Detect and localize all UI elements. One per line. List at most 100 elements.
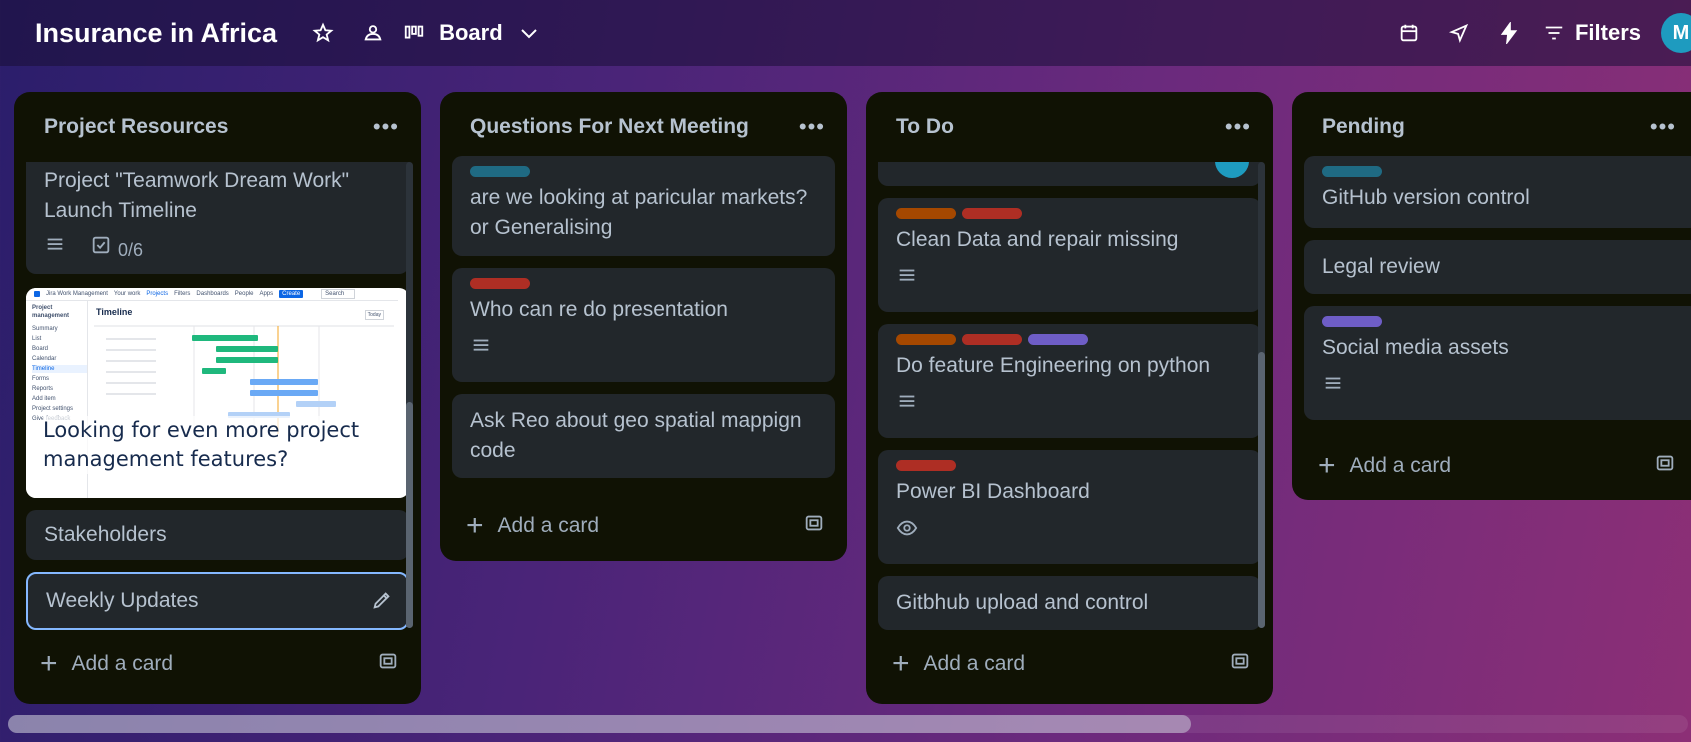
chevron-down-icon xyxy=(520,29,537,39)
label-orange[interactable] xyxy=(896,334,956,345)
add-card-label: Add a card xyxy=(71,652,174,675)
card-title: Gitbhub upload and control xyxy=(896,591,1149,614)
star-icon[interactable] xyxy=(303,13,343,53)
description-icon xyxy=(44,234,66,265)
label-purple[interactable] xyxy=(1322,316,1382,327)
card-legal-review[interactable]: Legal review xyxy=(1304,240,1691,294)
preview-sidebar-item: Board xyxy=(32,346,49,352)
description-icon xyxy=(896,265,918,296)
list-menu-icon[interactable]: ••• xyxy=(373,116,399,138)
preview-nav-item: People xyxy=(234,291,254,297)
plus-icon: + xyxy=(892,647,910,680)
card-template-icon[interactable] xyxy=(803,512,825,540)
preview-sidebar-item: Calendar xyxy=(32,356,57,362)
preview-sidebar-item: Forms xyxy=(32,376,49,382)
card-ask-reo[interactable]: Ask Reo about geo spatial mappign code xyxy=(452,394,835,478)
add-card-button[interactable]: + Add a card xyxy=(1318,446,1676,486)
card-title: Project "Teamwork Dream Work" Launch Tim… xyxy=(44,169,350,222)
list-menu-icon[interactable]: ••• xyxy=(1650,116,1676,138)
list-scrollbar-thumb[interactable] xyxy=(1258,352,1265,628)
description-icon xyxy=(1322,373,1344,404)
automation-icon[interactable] xyxy=(1489,13,1529,53)
list-title[interactable]: To Do xyxy=(896,115,954,139)
watch-eye-icon xyxy=(896,517,918,548)
preview-nav-item: Your work xyxy=(113,291,141,297)
board-title[interactable]: Insurance in Africa xyxy=(35,18,277,49)
preview-project-name: Project management xyxy=(32,305,70,319)
add-card-label: Add a card xyxy=(923,652,1026,675)
member-avatar xyxy=(1215,162,1249,178)
list-title[interactable]: Project Resources xyxy=(44,115,228,139)
preview-nav-item: Dashboards xyxy=(196,291,229,297)
card-launch-timeline[interactable]: Project "Teamwork Dream Work" Launch Tim… xyxy=(26,162,409,274)
card-template-icon[interactable] xyxy=(377,650,399,678)
plus-icon: + xyxy=(1318,449,1336,482)
card-title: Stakeholders xyxy=(44,523,167,546)
list-to-do: To Do ••• Clean Data and repair missing … xyxy=(866,92,1273,704)
team-visibility-icon[interactable] xyxy=(353,13,393,53)
card-particular-markets[interactable]: are we looking at paricular markets? or … xyxy=(452,156,835,256)
list-title[interactable]: Questions For Next Meeting xyxy=(470,115,749,139)
card-weekly-updates[interactable]: Weekly Updates xyxy=(26,572,409,630)
card-title: Who can re do presentation xyxy=(470,298,728,321)
card-title: Weekly Updates xyxy=(46,589,199,612)
board-view-label: Board xyxy=(439,20,503,45)
add-card-button[interactable]: + Add a card xyxy=(466,506,825,546)
list-scrollbar[interactable] xyxy=(406,162,413,628)
label-teal[interactable] xyxy=(470,166,530,177)
card-promo-cover[interactable]: Jira Work Management Your work Projects … xyxy=(26,288,409,498)
preview-sidebar-item: List xyxy=(32,336,42,342)
power-ups-icon[interactable] xyxy=(1439,13,1479,53)
card-power-bi[interactable]: Power BI Dashboard xyxy=(878,450,1261,564)
card-stakeholders[interactable]: Stakeholders xyxy=(26,510,409,560)
checklist-count: 0/6 xyxy=(118,239,144,260)
card-template-icon[interactable] xyxy=(1654,452,1676,480)
label-teal[interactable] xyxy=(1322,166,1382,177)
label-red[interactable] xyxy=(470,278,530,289)
plus-icon: + xyxy=(466,509,484,542)
card-social-media-assets[interactable]: Social media assets xyxy=(1304,306,1691,420)
card-clean-data[interactable]: Clean Data and repair missing xyxy=(878,198,1261,312)
calendar-icon[interactable] xyxy=(1389,13,1429,53)
preview-app-name: Jira Work Management xyxy=(46,291,108,297)
preview-sidebar-item: Project settings xyxy=(32,406,74,412)
list-menu-icon[interactable]: ••• xyxy=(1225,116,1251,138)
filters-label: Filters xyxy=(1574,20,1641,45)
label-red[interactable] xyxy=(896,460,956,471)
preview-create-button: Create xyxy=(279,290,304,298)
card-github-version-control[interactable]: GitHub version control xyxy=(1304,156,1691,228)
preview-today-button: Today xyxy=(364,310,384,320)
list-questions-next-meeting: Questions For Next Meeting ••• are we lo… xyxy=(440,92,847,561)
card-redo-presentation[interactable]: Who can re do presentation xyxy=(452,268,835,382)
preview-sidebar-item: Add item xyxy=(32,396,56,402)
card-title: GitHub version control xyxy=(1322,186,1530,209)
checklist-icon xyxy=(90,234,112,265)
label-purple[interactable] xyxy=(1028,334,1088,345)
add-card-label: Add a card xyxy=(1349,454,1452,477)
edit-pencil-icon[interactable] xyxy=(371,589,393,620)
card-title: Ask Reo about geo spatial mappign code xyxy=(470,409,802,462)
preview-nav-item: Filters xyxy=(174,291,191,297)
board-horizontal-scrollbar[interactable] xyxy=(8,715,1688,733)
add-card-button[interactable]: + Add a card xyxy=(892,644,1251,684)
label-red[interactable] xyxy=(962,334,1022,345)
preview-sidebar-item: Timeline xyxy=(32,365,87,373)
list-scrollbar-thumb[interactable] xyxy=(406,402,413,628)
avatar[interactable]: M xyxy=(1661,13,1691,53)
list-menu-icon[interactable]: ••• xyxy=(799,116,825,138)
list-scrollbar[interactable] xyxy=(1258,162,1265,628)
card-github-upload[interactable]: Gitbhub upload and control xyxy=(878,576,1261,630)
add-card-button[interactable]: + Add a card xyxy=(40,644,399,684)
filters-button[interactable]: Filters xyxy=(1543,20,1641,46)
board-view-switcher[interactable]: Board xyxy=(403,20,541,46)
card-template-icon[interactable] xyxy=(1229,650,1251,678)
board-scrollbar-thumb[interactable] xyxy=(8,715,1191,733)
preview-heading: Timeline xyxy=(96,307,133,317)
label-red[interactable] xyxy=(962,208,1022,219)
card-title: Social media assets xyxy=(1322,336,1509,359)
label-orange[interactable] xyxy=(896,208,956,219)
card-partial-hidden[interactable] xyxy=(878,162,1261,186)
list-title[interactable]: Pending xyxy=(1322,115,1405,139)
list-project-resources: Project Resources ••• Project "Teamwork … xyxy=(14,92,421,704)
card-feature-engineering[interactable]: Do feature Engineering on python xyxy=(878,324,1261,438)
